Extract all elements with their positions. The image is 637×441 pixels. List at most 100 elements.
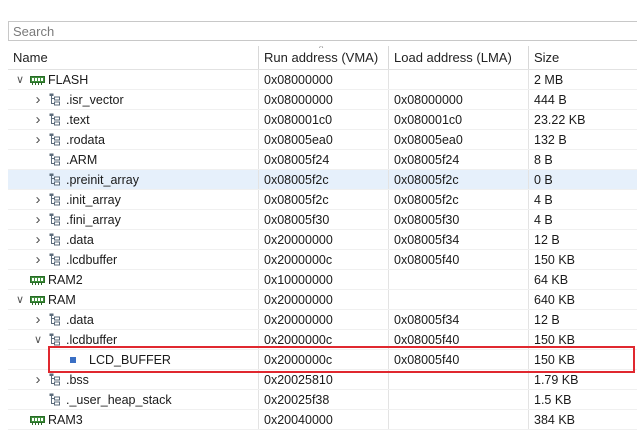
size-cell: 444 B (528, 90, 637, 109)
row-name-label: .preinit_array (66, 172, 139, 187)
size-cell: 8 B (528, 150, 637, 169)
expand-chevron-right-icon[interactable]: › (31, 191, 45, 208)
lma-cell (388, 270, 528, 289)
expand-chevron-down-icon[interactable]: ∨ (31, 333, 45, 346)
expand-chevron-right-icon[interactable]: › (31, 231, 45, 248)
table-row[interactable]: ∨ RAM 0x20000000 640 KB (8, 290, 637, 310)
name-cell: › .isr_vector (8, 90, 258, 109)
row-name-label: RAM2 (48, 272, 83, 287)
name-cell: ∨ .lcdbuffer (8, 330, 258, 349)
search-input[interactable] (9, 22, 637, 40)
size-cell: 640 KB (528, 290, 637, 309)
name-cell: ›.ARM (8, 150, 258, 169)
memory-region-icon (29, 413, 45, 427)
vma-cell: 0x20000000 (258, 290, 388, 309)
symbol-icon (65, 353, 81, 367)
lma-cell (388, 290, 528, 309)
table-row[interactable]: ›.preinit_array0x08005f2c0x08005f2c0 B (8, 170, 637, 190)
table-body: ∨ FLASH 0x08000000 2 MB › .isr_vector 0x080000… (8, 70, 637, 430)
column-header-size[interactable]: Size (528, 46, 637, 69)
row-name-label: .lcdbuffer (66, 252, 118, 267)
row-name-label: .data (66, 312, 94, 327)
row-name-label: ._user_heap_stack (66, 392, 172, 407)
lma-cell: 0x08005ea0 (388, 130, 528, 149)
table-row[interactable]: › .fini_array 0x08005f30 0x08005f30 4 B (8, 210, 637, 230)
lma-cell: 0x08005f40 (388, 250, 528, 269)
vma-cell: 0x2000000c (258, 330, 388, 349)
size-cell: 150 KB (528, 350, 637, 369)
table-row[interactable]: ∨ FLASH 0x08000000 2 MB (8, 70, 637, 90)
name-cell: ›LCD_BUFFER (8, 350, 258, 369)
table-row[interactable]: › .lcdbuffer 0x2000000c 0x08005f40 150 KB (8, 250, 637, 270)
table-row[interactable]: ›RAM20x10000000 64 KB (8, 270, 637, 290)
table-header: Name ^ Run address (VMA) Load address (L… (8, 46, 637, 70)
section-icon (47, 333, 63, 347)
column-header-lma[interactable]: Load address (LMA) (388, 46, 528, 69)
table-row[interactable]: › .bss 0x20025810 1.79 KB (8, 370, 637, 390)
vma-cell: 0x20025f38 (258, 390, 388, 409)
lma-cell: 0x08005f34 (388, 230, 528, 249)
row-name-label: .data (66, 232, 94, 247)
vma-cell: 0x2000000c (258, 350, 388, 369)
name-cell: ∨ RAM (8, 290, 258, 309)
vma-cell: 0x08000000 (258, 90, 388, 109)
expand-chevron-down-icon[interactable]: ∨ (13, 73, 27, 86)
size-cell: 64 KB (528, 270, 637, 289)
section-icon (47, 313, 63, 327)
name-cell: ›RAM2 (8, 270, 258, 289)
size-cell: 23.22 KB (528, 110, 637, 129)
size-cell: 132 B (528, 130, 637, 149)
size-cell: 1.5 KB (528, 390, 637, 409)
table-row[interactable]: ›._user_heap_stack0x20025f38 1.5 KB (8, 390, 637, 410)
vma-cell: 0x10000000 (258, 270, 388, 289)
section-icon (47, 153, 63, 167)
vma-cell: 0x08005f30 (258, 210, 388, 229)
column-header-vma[interactable]: ^ Run address (VMA) (258, 46, 388, 69)
vma-cell: 0x080001c0 (258, 110, 388, 129)
lma-cell (388, 70, 528, 89)
row-name-label: .lcdbuffer (66, 332, 118, 347)
size-cell: 4 B (528, 210, 637, 229)
expand-chevron-right-icon[interactable]: › (31, 91, 45, 108)
lma-cell: 0x08005f2c (388, 190, 528, 209)
expand-chevron-right-icon[interactable]: › (31, 131, 45, 148)
table-row[interactable]: › .data 0x20000000 0x08005f34 12 B (8, 230, 637, 250)
section-icon (47, 173, 63, 187)
table-row[interactable]: › .init_array 0x08005f2c 0x08005f2c 4 B (8, 190, 637, 210)
size-cell: 4 B (528, 190, 637, 209)
name-cell: › .init_array (8, 190, 258, 209)
table-row[interactable]: › .text 0x080001c0 0x080001c0 23.22 KB (8, 110, 637, 130)
expand-chevron-down-icon[interactable]: ∨ (13, 293, 27, 306)
lma-cell (388, 390, 528, 409)
lma-cell (388, 410, 528, 429)
table-row[interactable]: › .data 0x20000000 0x08005f34 12 B (8, 310, 637, 330)
expand-chevron-right-icon[interactable]: › (31, 311, 45, 328)
table-row[interactable]: › .rodata 0x08005ea0 0x08005ea0 132 B (8, 130, 637, 150)
row-name-label: .ARM (66, 152, 98, 167)
expand-chevron-right-icon[interactable]: › (31, 211, 45, 228)
row-name-label: RAM (48, 292, 76, 307)
name-cell: › .fini_array (8, 210, 258, 229)
table-row[interactable]: ›RAM30x20040000 384 KB (8, 410, 637, 430)
table-row[interactable]: ›LCD_BUFFER0x2000000c0x08005f40150 KB (8, 350, 637, 370)
section-icon (47, 393, 63, 407)
memory-region-icon (29, 73, 45, 87)
expand-chevron-right-icon[interactable]: › (31, 251, 45, 268)
expand-chevron-right-icon[interactable]: › (31, 111, 45, 128)
lma-cell: 0x08005f34 (388, 310, 528, 329)
row-name-label: .fini_array (66, 212, 121, 227)
size-cell: 150 KB (528, 250, 637, 269)
vma-cell: 0x20040000 (258, 410, 388, 429)
size-cell: 12 B (528, 230, 637, 249)
table-row[interactable]: ∨ .lcdbuffer 0x2000000c 0x08005f40 150 KB (8, 330, 637, 350)
column-header-name[interactable]: Name (8, 46, 258, 69)
expand-chevron-right-icon[interactable]: › (31, 371, 45, 388)
lma-cell: 0x08005f40 (388, 330, 528, 349)
search-box[interactable] (8, 21, 637, 41)
section-icon (47, 93, 63, 107)
size-cell: 2 MB (528, 70, 637, 89)
column-header-lma-label: Load address (LMA) (394, 50, 512, 65)
table-row[interactable]: › .isr_vector 0x08000000 0x08000000 444 B (8, 90, 637, 110)
table-row[interactable]: ›.ARM0x08005f240x08005f248 B (8, 150, 637, 170)
size-cell: 0 B (528, 170, 637, 189)
